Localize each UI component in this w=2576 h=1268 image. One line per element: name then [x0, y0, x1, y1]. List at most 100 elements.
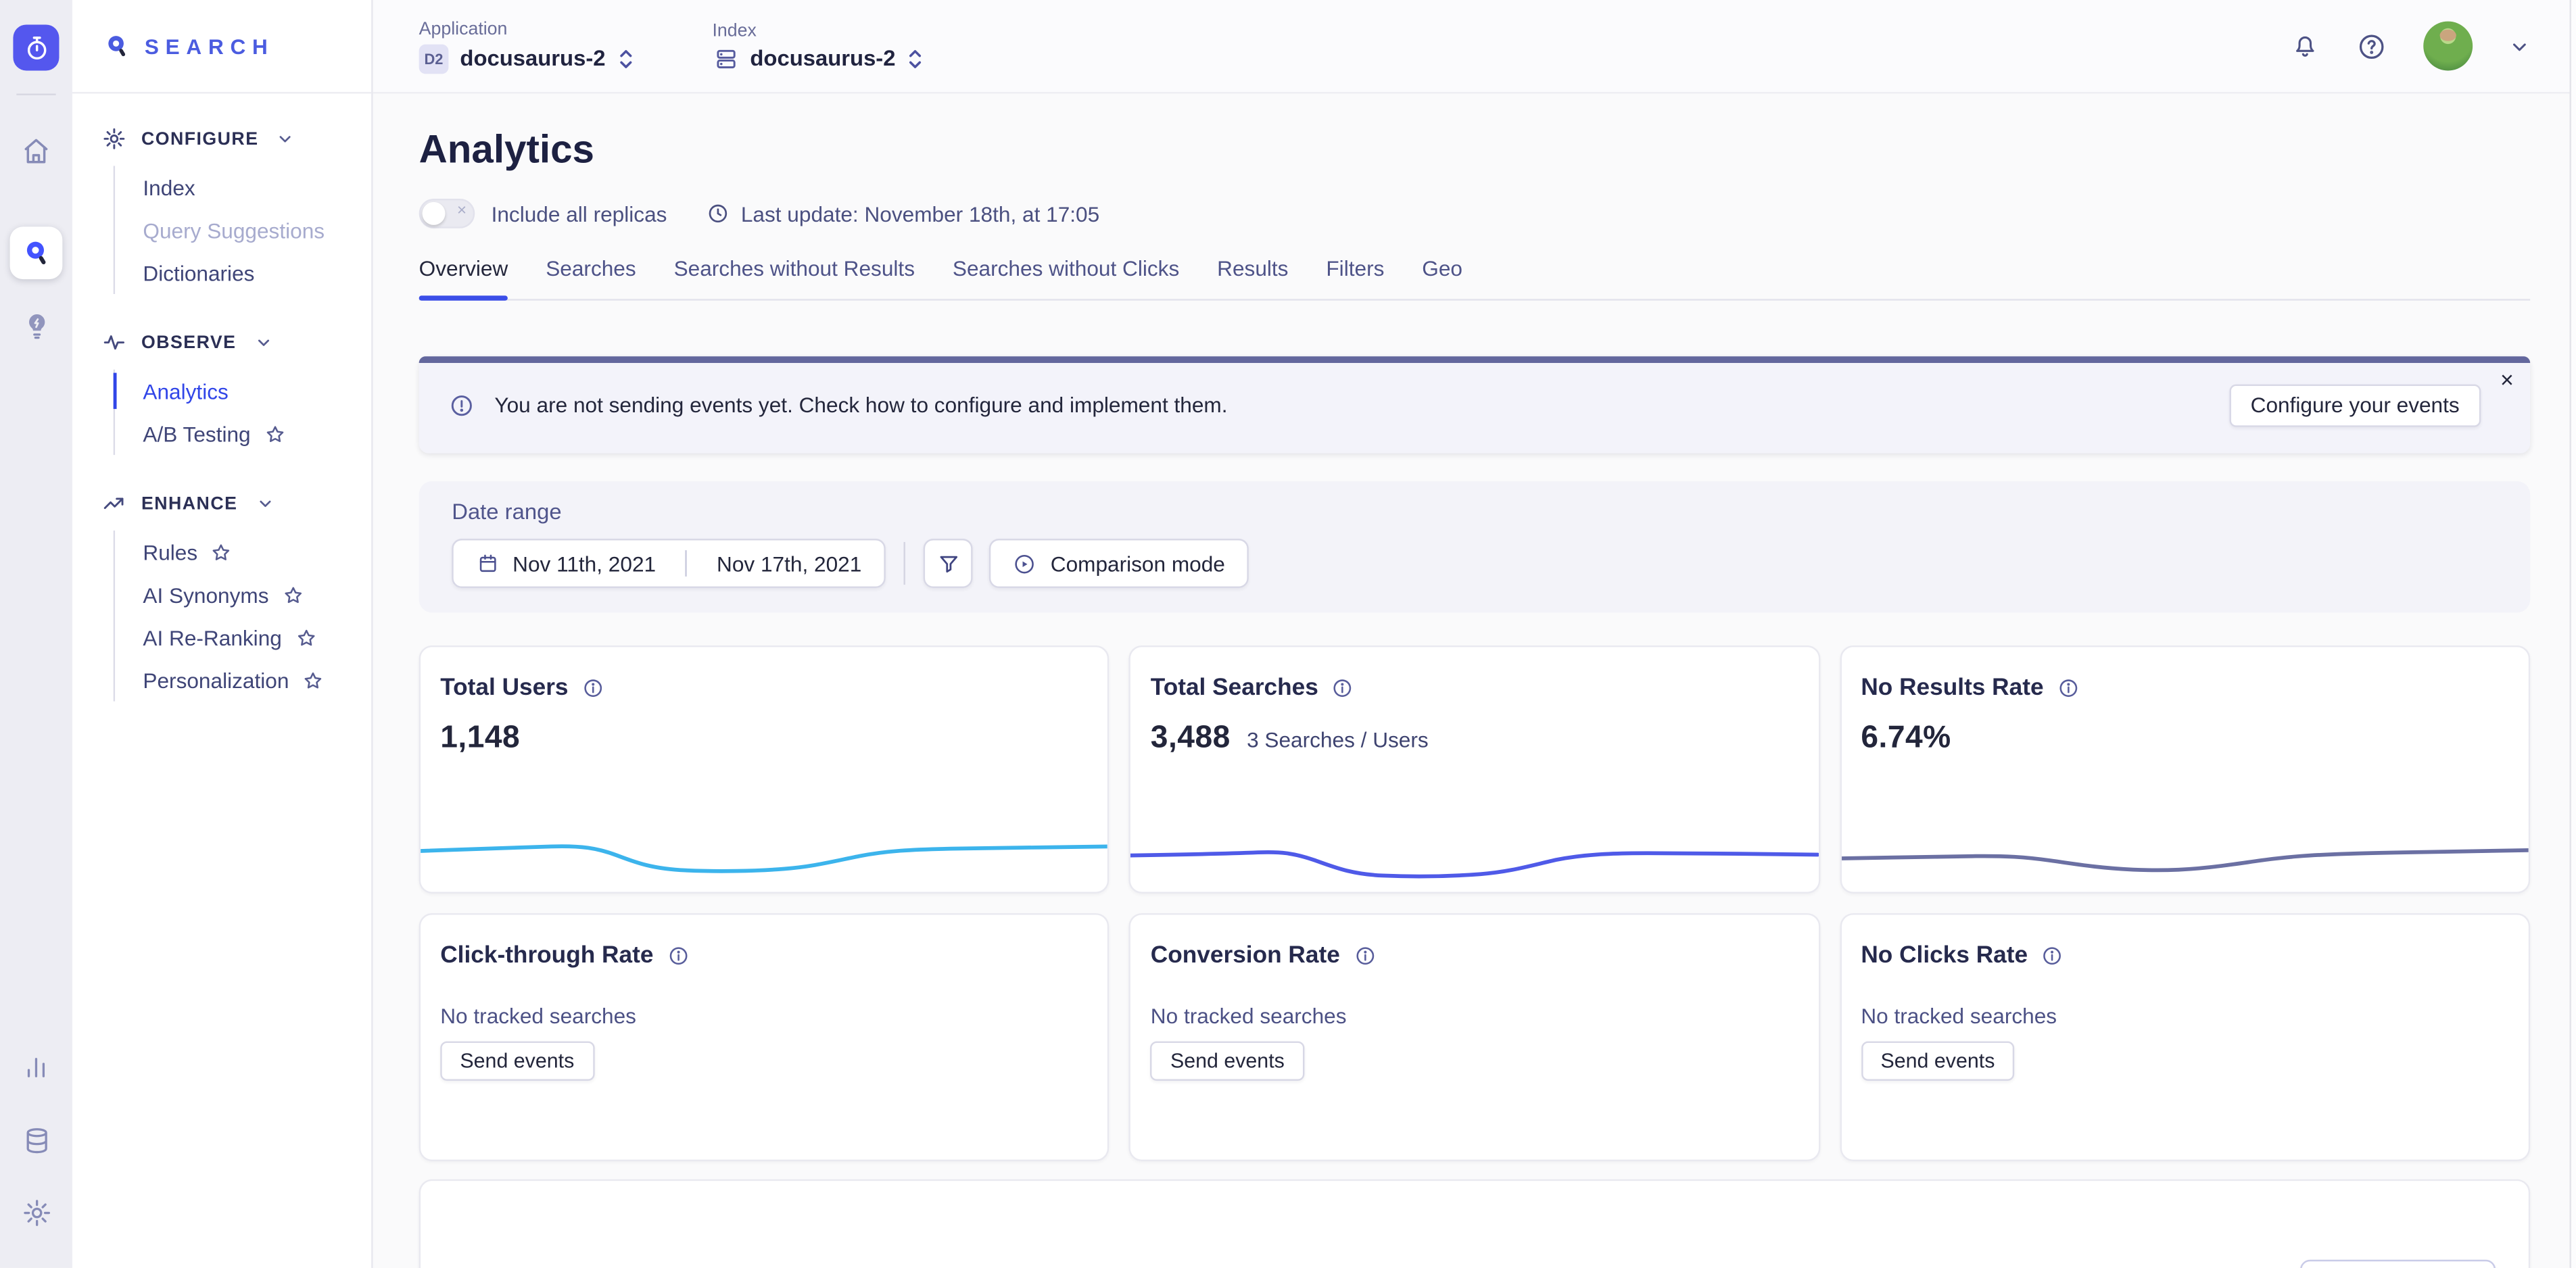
sidebar-item-ai-re-ranking[interactable]: AI Re-Ranking	[143, 616, 354, 658]
send-events-button[interactable]: Send events	[1151, 1042, 1304, 1081]
card-title: No Clicks Rate	[1861, 943, 2028, 969]
card-click-through-rate: Click-through Rate No tracked searches S…	[419, 913, 1110, 1161]
application-badge: D2	[419, 43, 449, 73]
application-selector[interactable]: Application D2 docusaurus-2	[419, 19, 634, 73]
sidebar-item-personalization[interactable]: Personalization	[143, 658, 354, 701]
help-icon[interactable]	[2356, 30, 2387, 62]
gear-icon	[102, 126, 126, 151]
section-header-enhance[interactable]: ENHANCE	[102, 491, 355, 516]
no-tracked-searches-note: No tracked searches	[1131, 969, 1819, 1028]
card-conversion-rate: Conversion Rate No tracked searches Send…	[1129, 913, 1819, 1161]
card-no-clicks-rate: No Clicks Rate No tracked searches Send …	[1840, 913, 2530, 1161]
info-icon[interactable]	[2057, 677, 2080, 700]
user-avatar[interactable]	[2423, 22, 2473, 71]
usage-chart-icon[interactable]	[10, 1042, 63, 1094]
sidebar: SEARCH CONFIGURE Index Query Suggestions…	[72, 0, 373, 1268]
star-icon[interactable]	[264, 423, 285, 445]
recommend-bulb-icon[interactable]	[10, 299, 63, 351]
configure-events-button[interactable]: Configure your events	[2229, 383, 2481, 426]
section-header-configure[interactable]: CONFIGURE	[102, 126, 355, 151]
date-end: Nov 17th, 2021	[717, 551, 861, 575]
alert-circle-icon	[448, 392, 475, 418]
sidebar-item-ai-synonyms[interactable]: AI Synonyms	[143, 573, 354, 616]
analytics-tabs: Overview Searches Searches without Resul…	[419, 256, 2531, 301]
sidebar-item-dictionaries[interactable]: Dictionaries	[143, 251, 354, 294]
sidebar-item-ab-testing[interactable]: A/B Testing	[143, 412, 354, 455]
card-suffix: 3 Searches / Users	[1247, 727, 1429, 752]
date-range-panel: Date range Nov 11th, 2021 Nov 17th, 2021…	[419, 481, 2531, 612]
section-label: OBSERVE	[141, 333, 236, 352]
tab-searches[interactable]: Searches	[546, 256, 636, 299]
events-banner: You are not sending events yet. Check ho…	[419, 356, 2531, 453]
card-title: Conversion Rate	[1151, 943, 1340, 969]
index-stack-icon	[712, 45, 738, 72]
card-no-results-rate: No Results Rate 6.74%	[1840, 645, 2530, 894]
tab-geo[interactable]: Geo	[1422, 256, 1462, 299]
info-icon[interactable]	[1331, 677, 1354, 700]
no-tracked-searches-note: No tracked searches	[1841, 969, 2529, 1028]
sidebar-item-query-suggestions[interactable]: Query Suggestions	[143, 209, 354, 251]
notifications-bell-icon[interactable]	[2290, 31, 2320, 61]
banner-message: You are not sending events yet. Check ho…	[494, 393, 1227, 417]
trending-up-icon	[102, 491, 126, 516]
rail-divider	[16, 94, 55, 95]
total-users-sparkline	[421, 820, 1108, 885]
sidebar-item-rules[interactable]: Rules	[143, 531, 354, 573]
star-icon[interactable]	[295, 627, 316, 648]
tab-results[interactable]: Results	[1217, 256, 1288, 299]
star-icon[interactable]	[302, 669, 324, 691]
include-replicas-toggle[interactable]: ×	[419, 199, 475, 228]
card-total-searches: Total Searches 3,488 3 Searches / Users	[1129, 645, 1819, 894]
chevron-down-icon	[254, 333, 272, 351]
search-logo[interactable]: SEARCH	[72, 0, 371, 94]
send-events-button[interactable]: Send events	[1861, 1042, 2014, 1081]
info-icon[interactable]	[667, 944, 690, 967]
no-results-rate-sparkline	[1841, 820, 2529, 885]
star-icon[interactable]	[282, 584, 304, 606]
divider	[904, 542, 905, 585]
filter-button[interactable]	[924, 539, 974, 588]
card-value: 1,148	[440, 721, 520, 757]
logo-text: SEARCH	[145, 34, 275, 58]
empty-cards-row: Click-through Rate No tracked searches S…	[419, 913, 2531, 1161]
scrollbar-track[interactable]	[2570, 0, 2576, 1268]
application-value: docusaurus-2	[460, 46, 605, 70]
tab-searches-without-clicks[interactable]: Searches without Clicks	[953, 256, 1179, 299]
section-header-observe[interactable]: OBSERVE	[102, 330, 355, 354]
application-label: Application	[419, 19, 634, 39]
funnel-icon	[936, 551, 961, 575]
pulse-icon	[102, 330, 126, 354]
info-icon[interactable]	[1353, 944, 1376, 967]
info-icon[interactable]	[2041, 944, 2064, 967]
chevron-down-icon	[277, 130, 295, 148]
info-icon[interactable]	[581, 677, 604, 700]
section-enhance: ENHANCE Rules AI Synonyms AI Re-Ranking	[102, 491, 355, 702]
card-title: Click-through Rate	[440, 943, 653, 969]
card-title: Total Searches	[1151, 675, 1318, 702]
sidebar-item-index[interactable]: Index	[143, 166, 354, 208]
app-logo-stopwatch-icon[interactable]	[13, 24, 59, 70]
settings-gear-icon[interactable]	[10, 1186, 63, 1238]
total-searches-sparkline	[1131, 820, 1819, 885]
banner-close-icon[interactable]: ×	[2500, 368, 2514, 391]
date-range-picker[interactable]: Nov 11th, 2021 Nov 17th, 2021	[452, 539, 886, 588]
tab-filters[interactable]: Filters	[1326, 256, 1384, 299]
search-product-icon[interactable]	[10, 226, 63, 279]
tab-searches-without-results[interactable]: Searches without Results	[674, 256, 915, 299]
select-series-button[interactable]: Select series	[2299, 1260, 2496, 1268]
star-icon[interactable]	[211, 541, 233, 563]
send-events-button[interactable]: Send events	[440, 1042, 594, 1081]
tab-overview[interactable]: Overview	[419, 256, 508, 299]
section-label: ENHANCE	[141, 493, 237, 513]
card-title: Total Users	[440, 675, 568, 702]
home-icon[interactable]	[10, 125, 63, 178]
data-database-icon[interactable]	[10, 1114, 63, 1167]
select-chevrons-icon	[617, 45, 634, 72]
index-selector[interactable]: Index docusaurus-2	[712, 20, 923, 71]
chevron-down-icon	[256, 494, 274, 512]
card-value: 3,488	[1151, 721, 1231, 757]
sidebar-item-analytics[interactable]: Analytics	[143, 370, 354, 412]
comparison-mode-button[interactable]: Comparison mode	[990, 539, 1248, 588]
index-value: docusaurus-2	[750, 46, 895, 70]
account-chevron-down-icon[interactable]	[2509, 35, 2531, 57]
